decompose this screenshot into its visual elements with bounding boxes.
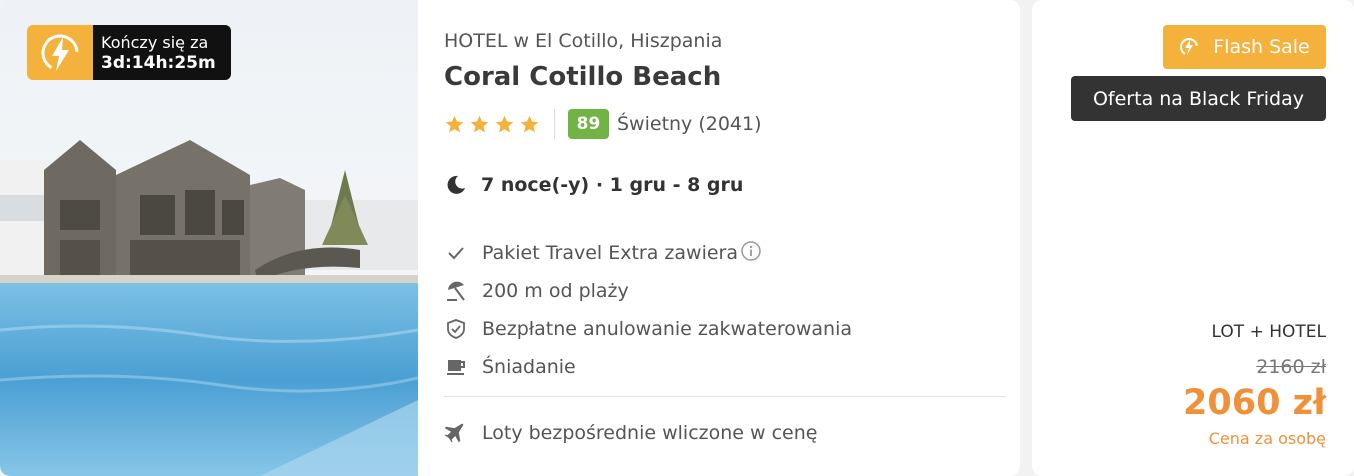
feature-text: Bezpłatne anulowanie zakwaterowania: [482, 318, 852, 340]
stay-dates: 7 noce(-y) · 1 gru - 8 gru: [444, 171, 743, 199]
check-icon: [444, 241, 468, 265]
feature-text: 200 m od plaży: [482, 280, 629, 302]
lightning-clock-icon: [27, 25, 93, 80]
feature-text: Śniadanie: [482, 356, 576, 378]
package-type: LOT + HOTEL: [1211, 322, 1326, 342]
price-panel[interactable]: Flash Sale Oferta na Black Friday LOT + …: [1032, 0, 1354, 476]
flash-sale-badge: Flash Sale: [1163, 25, 1326, 69]
coffee-cup-icon: [444, 355, 468, 379]
countdown-value: 3d:14h:25m: [101, 53, 216, 73]
hotel-photo[interactable]: Kończy się za 3d:14h:25m: [0, 0, 418, 476]
offer-card[interactable]: Kończy się za 3d:14h:25m HOTEL w El Coti…: [0, 0, 1020, 476]
feature-list: Pakiet Travel Extra zawiera 200 m od pla…: [444, 234, 852, 386]
feature-text: Pakiet Travel Extra zawiera: [482, 242, 738, 264]
flights-text: Loty bezpośrednie wliczone w cenę: [482, 422, 818, 444]
feature-item: 200 m od plaży: [444, 272, 852, 310]
rating-row: 89 Świetny (2041): [444, 109, 762, 139]
info-icon[interactable]: [740, 240, 762, 266]
new-price[interactable]: 2060 zł: [1183, 383, 1326, 423]
feature-item: Bezpłatne anulowanie zakwaterowania: [444, 310, 852, 348]
feature-item: Śniadanie: [444, 348, 852, 386]
black-friday-badge: Oferta na Black Friday: [1071, 76, 1326, 121]
airplane-icon: [444, 419, 468, 447]
price-per-person-label: Cena za osobę: [1208, 429, 1326, 448]
hotel-location: HOTEL w El Cotillo, Hiszpania: [444, 30, 723, 52]
shield-check-icon: [444, 317, 468, 341]
feature-item: Pakiet Travel Extra zawiera: [444, 234, 852, 272]
lightning-icon: [1180, 38, 1199, 56]
stay-dates-text: 7 noce(-y) · 1 gru - 8 gru: [481, 174, 744, 196]
flash-sale-label: Flash Sale: [1213, 36, 1310, 58]
countdown-label: Kończy się za: [101, 33, 209, 52]
star-icon: [445, 115, 464, 132]
rating-divider: [554, 109, 555, 139]
moon-icon: [447, 175, 465, 194]
review-score-label[interactable]: Świetny (2041): [617, 113, 762, 135]
countdown-timer: Kończy się za 3d:14h:25m: [27, 25, 231, 80]
flights-info: Loty bezpośrednie wliczone w cenę: [444, 414, 817, 452]
beach-umbrella-icon: [444, 279, 468, 303]
star-rating: [444, 114, 540, 135]
star-icon: [495, 115, 514, 132]
star-icon: [520, 115, 539, 132]
hotel-name[interactable]: Coral Cotillo Beach: [444, 62, 721, 92]
star-icon: [470, 115, 489, 132]
review-score-badge: 89: [568, 109, 609, 139]
divider: [444, 396, 1006, 397]
old-price: 2160 zł: [1256, 356, 1326, 378]
